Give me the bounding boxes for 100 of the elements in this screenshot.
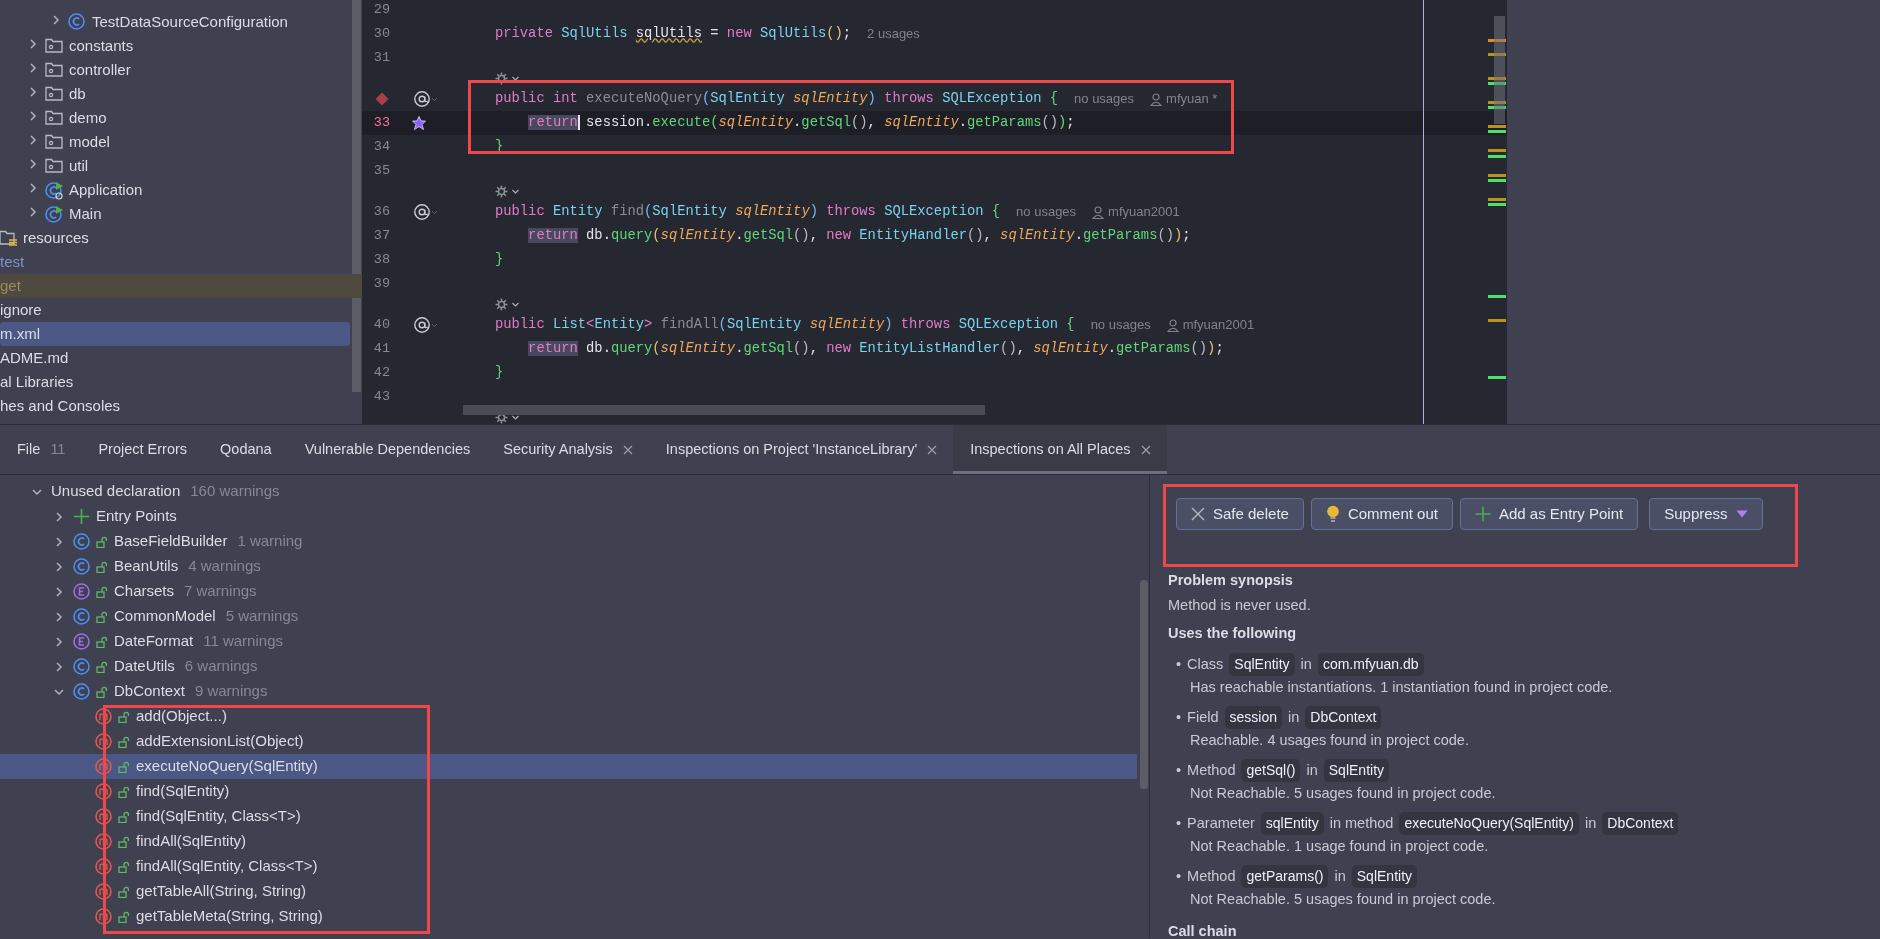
- gear-icon: [495, 298, 508, 311]
- method-icon: [95, 908, 112, 925]
- tree-item[interactable]: demo: [69, 106, 107, 130]
- chevron-icon: [511, 74, 520, 83]
- chevron-icon[interactable]: [50, 14, 62, 26]
- chevron-icon[interactable]: [53, 610, 65, 623]
- tab[interactable]: Qodana: [203, 425, 288, 474]
- tab[interactable]: File 11: [0, 425, 82, 474]
- line-number: 42: [372, 363, 390, 382]
- tree-item[interactable]: util: [69, 154, 89, 178]
- tree-item[interactable]: constants: [69, 34, 134, 58]
- chevron-icon[interactable]: [53, 510, 65, 523]
- tab[interactable]: Inspections on All Places: [953, 425, 1167, 474]
- tree-item[interactable]: findAll(SqlEntity): [136, 830, 247, 853]
- chevron-icon[interactable]: [27, 62, 39, 74]
- description-text: Has reachable instantiations. 1 instantiation found in project code.: [1189, 677, 1614, 697]
- section-heading: Problem synopsis: [1168, 571, 1294, 590]
- plus-icon: [1474, 506, 1491, 522]
- tree-item[interactable]: addExtensionList(Object): [136, 730, 304, 753]
- line-number: 36: [372, 202, 390, 221]
- chevron-icon[interactable]: [27, 206, 39, 218]
- chevron-icon[interactable]: [27, 86, 39, 98]
- chevron-icon[interactable]: [53, 635, 65, 648]
- warning-count: 11 warnings: [203, 631, 283, 652]
- line-number: 38: [372, 250, 390, 269]
- action-button[interactable]: Safe delete: [1176, 498, 1304, 530]
- code-chip: executeNoQuery(SqlEntity): [1399, 812, 1580, 836]
- chevron-icon[interactable]: [27, 158, 39, 170]
- scrollbar-thumb[interactable]: [463, 405, 985, 415]
- code-chip: getParams(): [1241, 865, 1329, 889]
- tree-item[interactable]: DateFormat: [114, 630, 194, 653]
- scrollbar-thumb[interactable]: [352, 0, 361, 392]
- tree-item[interactable]: add(Object...): [136, 705, 227, 728]
- usage-hint: 2 usages: [867, 25, 920, 44]
- tree-item[interactable]: hes and Consoles: [0, 394, 121, 418]
- tree-item[interactable]: executeNoQuery(SqlEntity): [136, 755, 318, 778]
- close-icon[interactable]: [622, 444, 633, 455]
- tree-item[interactable]: find(SqlEntity, Class<T>): [136, 805, 301, 828]
- warning-count: 4 warnings: [188, 556, 261, 577]
- tree-item[interactable]: Charsets: [114, 580, 175, 603]
- tab-count: 11: [50, 439, 66, 459]
- tree-item[interactable]: controller: [69, 58, 131, 82]
- dropdown-button[interactable]: Suppress: [1649, 498, 1763, 530]
- chevron-icon[interactable]: [53, 535, 65, 548]
- class-icon: [73, 658, 90, 675]
- tree-item[interactable]: BeanUtils: [114, 555, 179, 578]
- tree-item[interactable]: resources: [23, 226, 89, 250]
- bullet: •: [1176, 654, 1182, 674]
- tab[interactable]: Security Analysis: [486, 425, 649, 474]
- tree-item[interactable]: m.xml: [0, 322, 40, 346]
- tab[interactable]: Inspections on Project 'InstanceLibrary': [648, 425, 954, 474]
- line-number: 34: [372, 137, 390, 156]
- method-icon: [95, 858, 112, 875]
- folder-icon: [45, 37, 63, 53]
- close-icon: [1191, 507, 1205, 521]
- tree-item[interactable]: db: [69, 82, 86, 106]
- tree-item[interactable]: BaseFieldBuilder: [114, 530, 228, 553]
- description-text: Not Reachable. 5 usages found in project code.: [1189, 889, 1497, 909]
- tree-item[interactable]: Main: [69, 202, 102, 226]
- chevron-icon[interactable]: [27, 38, 39, 50]
- tree-item[interactable]: CommonModel: [114, 605, 216, 628]
- tree-item[interactable]: DateUtils: [114, 655, 175, 678]
- tree-item[interactable]: model: [69, 130, 110, 154]
- close-icon[interactable]: [927, 444, 938, 455]
- tree-item[interactable]: find(SqlEntity): [136, 780, 230, 803]
- tree-item[interactable]: TestDataSourceConfiguration: [92, 10, 288, 34]
- scrollbar-thumb[interactable]: [1494, 16, 1505, 124]
- folder-icon: [45, 85, 63, 101]
- author-hint: mfyuan2001: [1092, 202, 1180, 222]
- chevron-icon[interactable]: [27, 134, 39, 146]
- tree-item[interactable]: ADME.md: [0, 346, 69, 370]
- chevron-icon[interactable]: [27, 182, 39, 194]
- section-heading: Uses the following: [1168, 624, 1298, 643]
- tree-item[interactable]: ignore: [0, 298, 42, 322]
- chevron-icon[interactable]: [53, 660, 65, 673]
- class-icon: [73, 683, 90, 700]
- warning-count: 160 warnings: [190, 481, 280, 502]
- action-button[interactable]: Add as Entry Point: [1459, 498, 1639, 530]
- warning-count: 7 warnings: [184, 581, 257, 602]
- code-line: }: [495, 250, 504, 269]
- tab[interactable]: Vulnerable Dependencies: [287, 425, 487, 474]
- tree-item[interactable]: Application: [69, 178, 143, 202]
- folder-icon: [45, 133, 63, 149]
- tree-item[interactable]: getTableMeta(String, String): [136, 905, 323, 928]
- tree-item[interactable]: Unused declaration: [51, 480, 181, 503]
- tab[interactable]: Project Errors: [81, 425, 204, 474]
- tree-item[interactable]: Entry Points: [96, 505, 177, 528]
- tree-item[interactable]: findAll(SqlEntity, Class<T>): [136, 855, 318, 878]
- method-icon: [95, 808, 112, 825]
- chevron-icon[interactable]: [27, 110, 39, 122]
- action-button[interactable]: Comment out: [1310, 498, 1453, 530]
- folder-icon: [45, 109, 63, 125]
- chevron-icon[interactable]: [53, 585, 65, 598]
- scrollbar-thumb[interactable]: [1140, 580, 1148, 789]
- close-icon[interactable]: [1140, 444, 1151, 455]
- tree-item[interactable]: DbContext: [114, 680, 185, 703]
- tree-item[interactable]: al Libraries: [0, 370, 74, 394]
- code-chip: SqlEntity: [1229, 653, 1295, 677]
- chevron-icon[interactable]: [53, 560, 65, 573]
- tree-item[interactable]: getTableAll(String, String): [136, 880, 307, 903]
